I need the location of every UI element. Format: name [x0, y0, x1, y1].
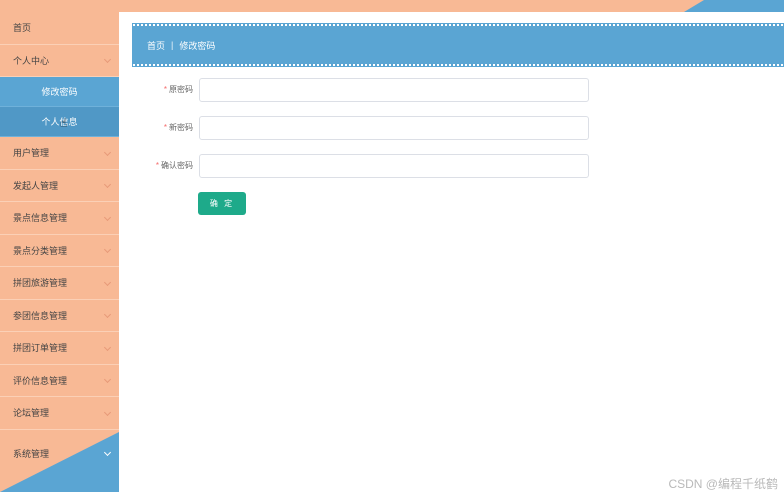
old-password-input[interactable] [199, 78, 589, 102]
chevron-down-icon [103, 213, 112, 221]
sidebar-item-group-order-mgmt[interactable]: 拼团订单管理 [0, 332, 119, 365]
sidebar-item-label: 景点分类管理 [13, 245, 68, 256]
breadcrumb-separator: | [171, 40, 174, 50]
main-content: 首页 | 修改密码 * 原密码 * 新密码 * 确认密码 确 定 [119, 12, 784, 498]
chevron-down-icon [103, 311, 112, 319]
new-password-label: * 新密码 [139, 116, 193, 140]
sidebar-item-group-tour-mgmt[interactable]: 拼团旅游管理 [0, 267, 119, 300]
sidebar-item-scenic-category-mgmt[interactable]: 景点分类管理 [0, 235, 119, 267]
sidebar-item-label: 参团信息管理 [13, 310, 68, 321]
confirm-password-label-text: 确认密码 [161, 161, 193, 170]
required-mark: * [163, 123, 167, 132]
old-password-label: * 原密码 [139, 78, 193, 102]
sidebar-item-label: 个人中心 [13, 55, 50, 66]
sidebar-item-label: 首页 [13, 23, 32, 34]
breadcrumb: 首页 | 修改密码 [132, 23, 784, 67]
sidebar-item-review-mgmt[interactable]: 评价信息管理 [0, 365, 119, 397]
sidebar-subitem-personal-info[interactable]: 个人信息 ☝ [0, 107, 119, 137]
old-password-label-text: 原密码 [169, 85, 193, 94]
required-mark: * [163, 85, 167, 94]
breadcrumb-current: 修改密码 [179, 40, 216, 51]
sidebar-item-label: 拼团旅游管理 [13, 278, 68, 289]
sidebar-item-personal-center[interactable]: 个人中心 [0, 45, 119, 77]
required-mark: * [155, 161, 159, 170]
chevron-down-icon [103, 56, 112, 64]
chevron-down-icon [103, 148, 112, 156]
old-password-row: * 原密码 [119, 78, 784, 102]
sidebar-item-label: 系统管理 [13, 448, 50, 459]
chevron-down-icon [103, 408, 112, 416]
sidebar-item-initiator-mgmt[interactable]: 发起人管理 [0, 170, 119, 202]
sidebar-item-label: 评价信息管理 [13, 375, 68, 386]
sidebar-item-label: 用户管理 [13, 148, 50, 159]
chevron-down-icon [103, 278, 112, 286]
submit-button[interactable]: 确 定 [198, 192, 246, 215]
sidebar-item-label: 拼团订单管理 [13, 343, 68, 354]
new-password-label-text: 新密码 [169, 123, 193, 132]
chevron-down-icon [103, 246, 112, 254]
sidebar-item-scenic-info-mgmt[interactable]: 景点信息管理 [0, 202, 119, 235]
new-password-input[interactable] [199, 116, 589, 140]
chevron-down-icon [103, 181, 112, 189]
sidebar-item-participation-mgmt[interactable]: 参团信息管理 [0, 300, 119, 332]
confirm-password-label: * 确认密码 [139, 154, 193, 178]
sidebar-subitem-change-password[interactable]: 修改密码 [0, 77, 119, 107]
sidebar: 首页 个人中心 修改密码 个人信息 ☝ 用户管理 发起人管理 景点信息管理 景点分… [0, 12, 119, 492]
top-bar [0, 0, 784, 12]
chevron-down-icon [103, 376, 112, 384]
top-bar-accent [684, 0, 784, 12]
hand-cursor-icon: ☝ [60, 116, 68, 130]
sidebar-item-user-mgmt[interactable]: 用户管理 [0, 137, 119, 170]
sidebar-item-label: 景点信息管理 [13, 213, 68, 224]
sidebar-item-home[interactable]: 首页 [0, 12, 119, 45]
sidebar-item-label: 发起人管理 [13, 180, 59, 191]
confirm-password-row: * 确认密码 [119, 154, 784, 178]
watermark: CSDN @编程千纸鹤 [668, 477, 778, 491]
chevron-down-icon [103, 343, 112, 351]
sidebar-subitem-label: 修改密码 [41, 87, 78, 97]
new-password-row: * 新密码 [119, 116, 784, 140]
sidebar-item-label: 论坛管理 [13, 408, 50, 419]
confirm-password-input[interactable] [199, 154, 589, 178]
sidebar-item-system-mgmt[interactable]: 系统管理 [0, 437, 119, 470]
sidebar-item-forum-mgmt[interactable]: 论坛管理 [0, 397, 119, 430]
chevron-down-icon [103, 449, 112, 457]
breadcrumb-home[interactable]: 首页 [147, 39, 165, 52]
